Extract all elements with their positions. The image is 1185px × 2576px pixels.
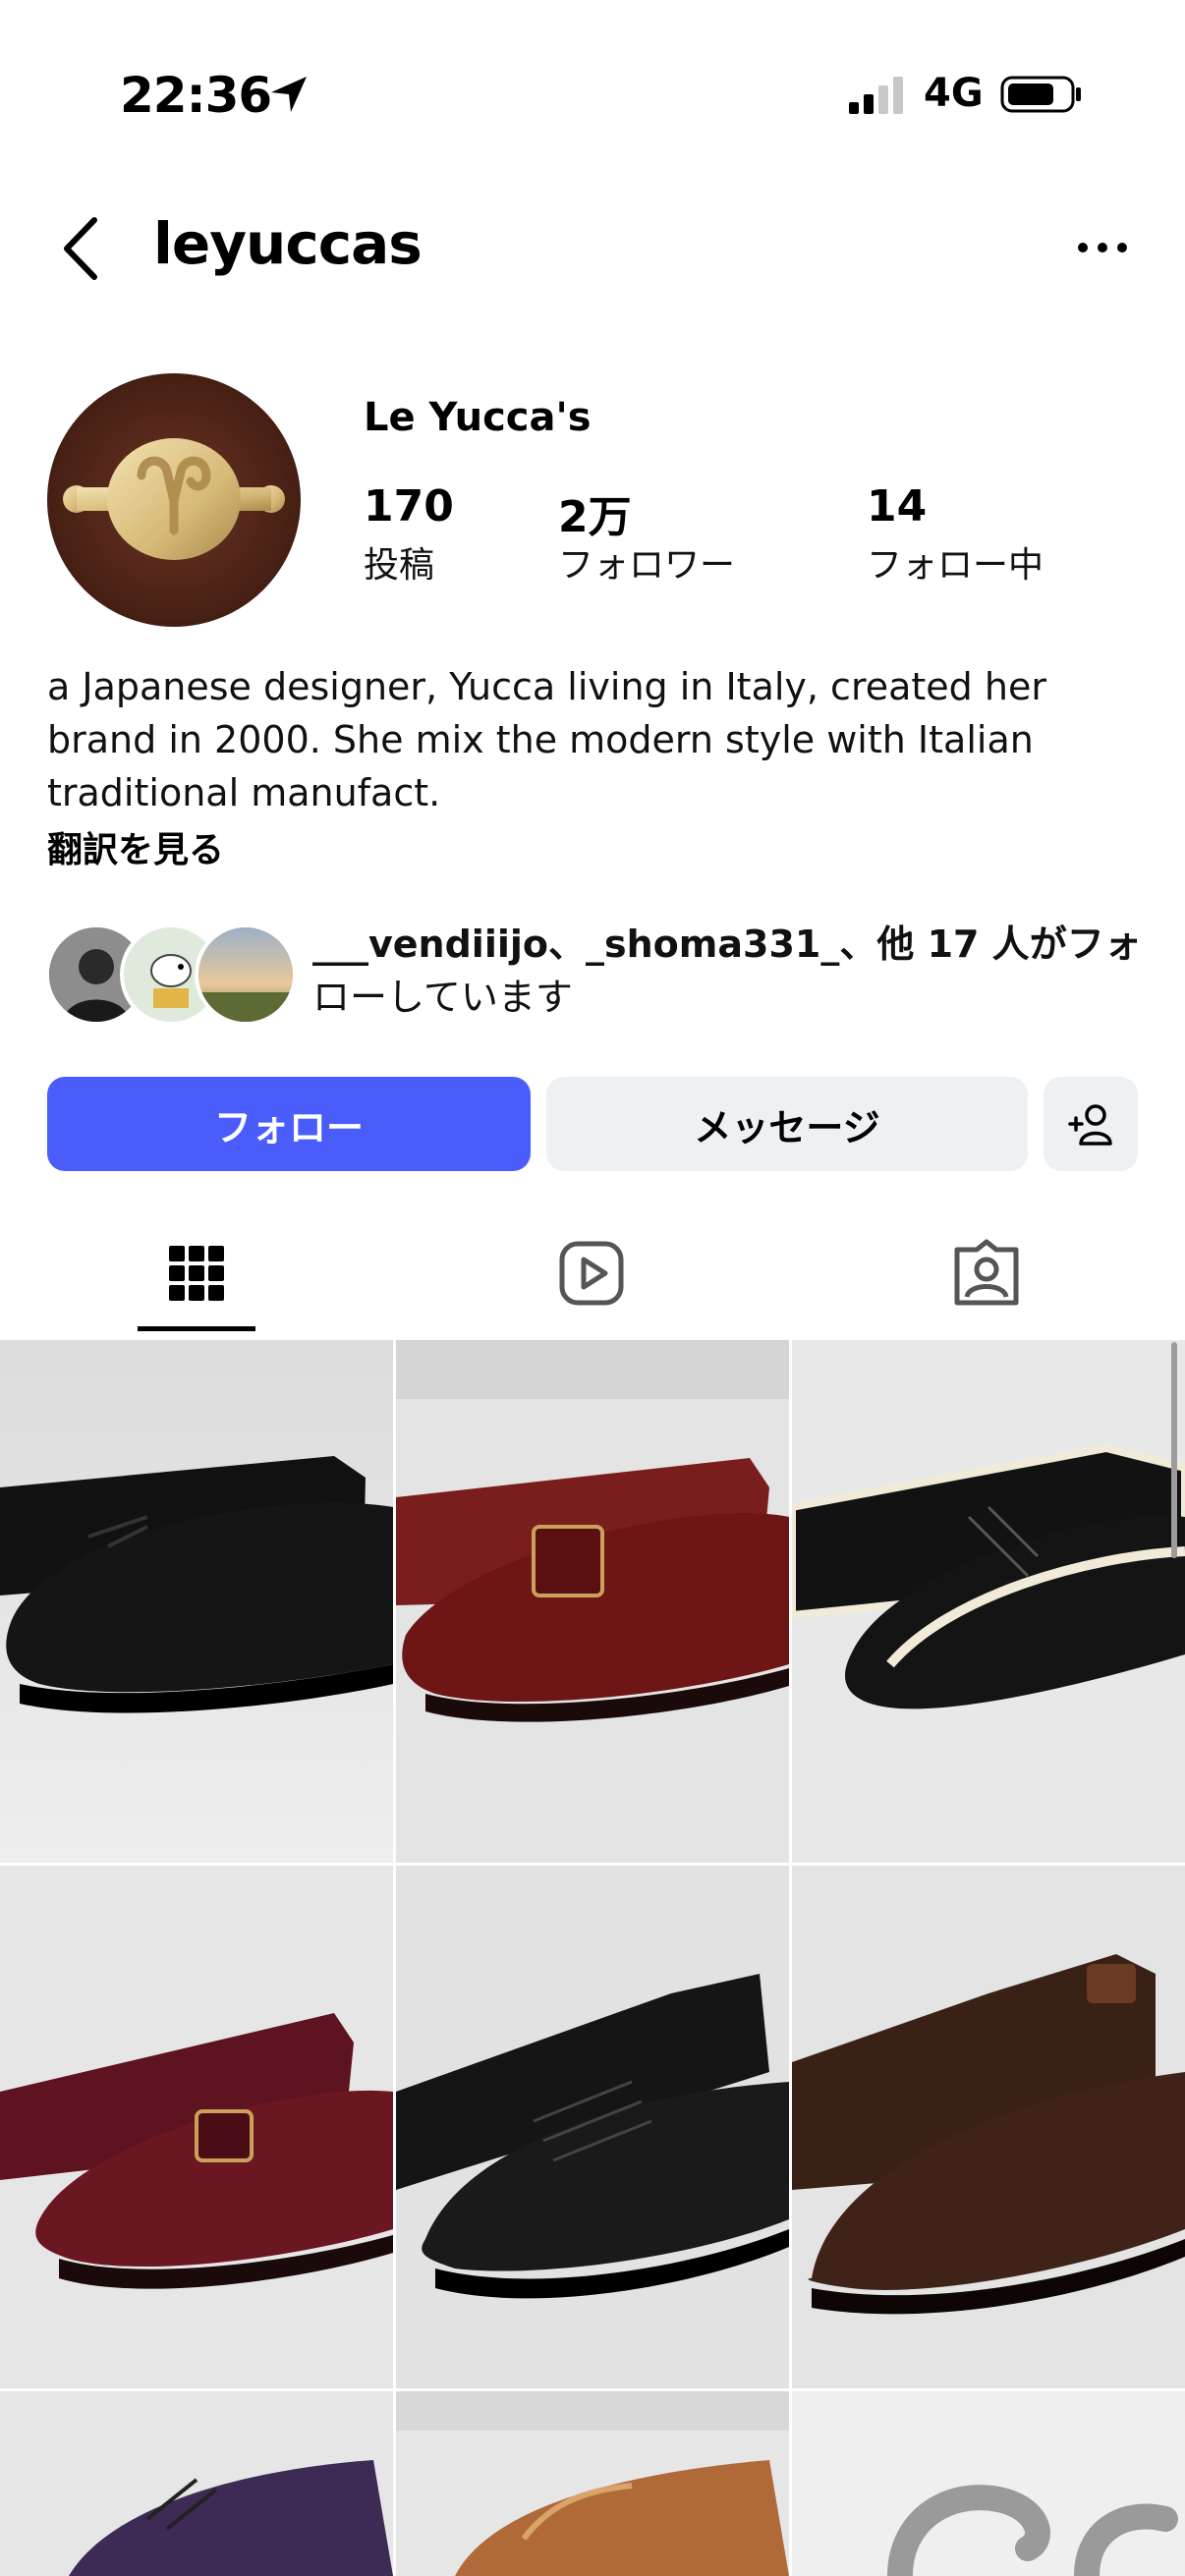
more-options-icon[interactable]	[1077, 230, 1128, 265]
burgundy-monk-loafer-image	[396, 1340, 789, 1863]
tagged-icon[interactable]	[947, 1234, 1026, 1313]
network-type: 4G	[924, 71, 984, 116]
followers-count[interactable]: 2万	[558, 481, 632, 544]
bio-line: brand in 2000. She mix the modern style …	[47, 718, 1034, 761]
followers-label: フォロワー	[558, 545, 736, 586]
add-person-icon	[1068, 1104, 1112, 1146]
grey-logo-print-image	[792, 2391, 1185, 2576]
brown-chelsea-boot-image	[792, 1866, 1185, 2388]
black-lizard-loafer-image	[0, 1340, 393, 1863]
burgundy-buckle-loafer-image	[0, 1866, 393, 2388]
post-thumbnail[interactable]	[396, 1866, 789, 2388]
back-chevron-icon[interactable]	[57, 214, 106, 283]
suggested-accounts-button[interactable]	[1044, 1077, 1138, 1171]
post-thumbnail[interactable]	[792, 1866, 1185, 2388]
see-translation-link[interactable]: 翻訳を見る	[47, 821, 224, 872]
scrollbar[interactable]	[1171, 1342, 1177, 1558]
brand-logo-icon	[47, 373, 301, 627]
following-count[interactable]: 14	[867, 481, 927, 532]
profile-username: leyuccas	[153, 210, 423, 277]
mutual-followers-avatars[interactable]	[45, 924, 297, 1026]
purple-suede-shoe-image	[0, 2391, 393, 2576]
status-time: 22:36	[120, 67, 272, 124]
post-thumbnail[interactable]	[396, 1340, 789, 1863]
post-thumbnail[interactable]	[396, 2391, 789, 2576]
follow-button[interactable]: フォロー	[47, 1077, 531, 1171]
location-arrow-icon	[271, 77, 307, 112]
posts-count[interactable]: 170	[364, 481, 454, 532]
black-ostrich-chukka-image	[396, 1866, 789, 2388]
cellular-signal-icon	[849, 77, 903, 114]
profile-bio: a Japanese designer, Yucca living in Ita…	[47, 660, 1138, 819]
black-suede-derby-image	[792, 1340, 1185, 1863]
bio-line: a Japanese designer, Yucca living in Ita…	[47, 665, 1046, 708]
following-label: フォロー中	[867, 545, 1044, 586]
battery-icon	[1000, 76, 1081, 113]
post-thumbnail[interactable]	[792, 2391, 1185, 2576]
message-button[interactable]: メッセージ	[546, 1077, 1028, 1171]
active-tab-indicator	[138, 1326, 255, 1331]
profile-avatar[interactable]	[47, 373, 301, 627]
mutual-followers-suffix: がフォ	[1029, 923, 1142, 966]
reels-icon[interactable]	[552, 1234, 631, 1313]
mutual-follower-avatar	[195, 924, 297, 1026]
bio-line: traditional manufact.	[47, 771, 441, 814]
mutual-followers-names: ___vendiiijo、_shoma331_、他 17 人	[312, 923, 1030, 966]
post-thumbnail[interactable]	[0, 1340, 393, 1863]
post-thumbnail[interactable]	[0, 1866, 393, 2388]
grid-icon[interactable]	[157, 1234, 236, 1313]
posts-label: 投稿	[364, 545, 435, 586]
mutual-followers-text[interactable]: ___vendiiijo、_shoma331_、他 17 人がフォ ローしていま…	[312, 918, 1148, 1024]
post-thumbnail[interactable]	[0, 2391, 393, 2576]
profile-display-name: Le Yucca's	[364, 395, 592, 440]
tan-lace-up-shoe-image	[396, 2391, 789, 2576]
mutual-followers-line2: ローしています	[312, 976, 573, 1019]
post-thumbnail[interactable]	[792, 1340, 1185, 1863]
